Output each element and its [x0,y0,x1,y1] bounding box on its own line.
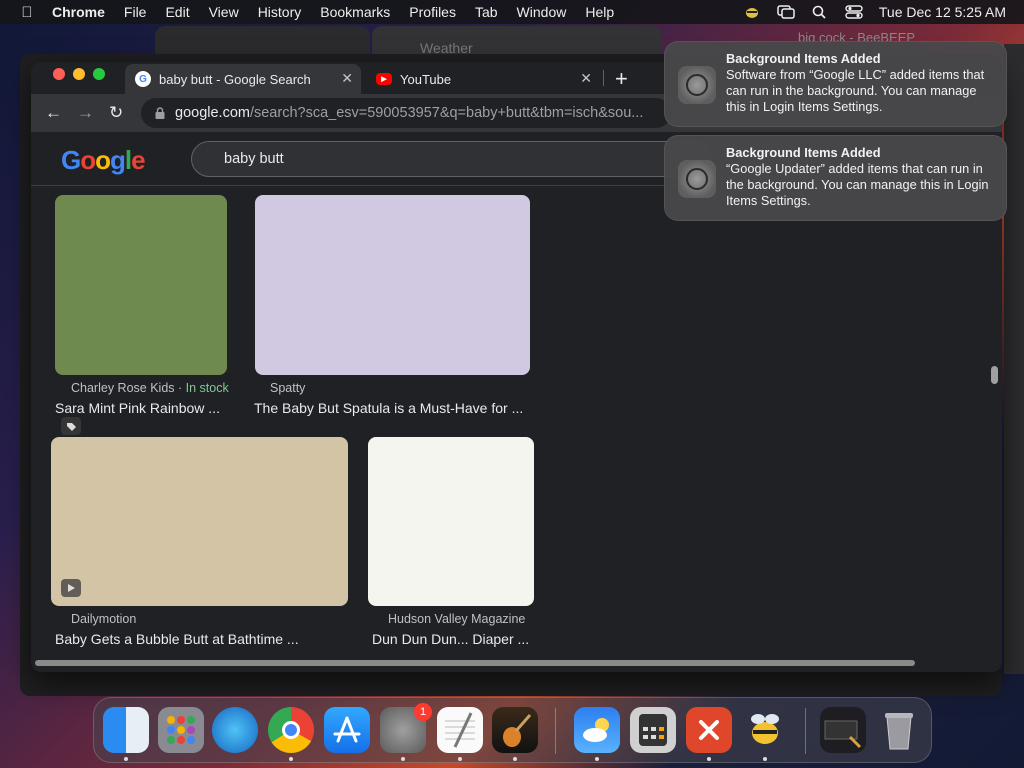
menu-help[interactable]: Help [585,4,614,20]
running-indicator [458,757,462,761]
notification-title: Background Items Added [726,145,881,160]
running-indicator [513,757,517,761]
result-thumbnail[interactable] [55,195,227,375]
result-thumbnail[interactable] [51,437,348,606]
dock-separator [555,708,556,754]
result-source-name: Charley Rose Kids [71,381,175,395]
menu-window[interactable]: Window [517,4,567,20]
result-source[interactable]: Spatty [270,381,305,395]
back-button[interactable]: ← [45,103,62,123]
notification-body: “Google Updater” added items that can ru… [726,161,989,208]
tab-google-search[interactable]: G baby butt - Google Search ✕ [125,64,361,94]
notification-background-items-google[interactable]: Background Items Added Software from “Go… [664,41,1007,127]
url-host: google.com [175,105,250,121]
horizontal-scrollbar[interactable] [35,660,915,666]
menu-file[interactable]: File [124,4,147,20]
screen-mirroring-icon[interactable] [777,5,795,19]
result-source[interactable]: Hudson Valley Magazine [388,612,525,626]
search-input[interactable]: baby butt [191,141,711,177]
tab-title: YouTube [400,71,452,87]
forward-button[interactable]: → [77,103,94,123]
beebeep-icon[interactable] [742,707,788,753]
notification-background-items-updater[interactable]: Background Items Added “Google Updater” … [664,135,1007,221]
system-settings-icon [678,66,716,104]
result-source[interactable]: Charley Rose Kids · In stock [71,381,229,395]
menu-edit[interactable]: Edit [165,4,189,20]
system-settings-icon [678,160,716,198]
result-title[interactable]: Baby Gets a Bubble Butt at Bathtime ... [55,631,299,647]
notification-badge: 1 [414,703,432,721]
menu-tab[interactable]: Tab [475,4,498,20]
menu-bookmarks[interactable]: Bookmarks [320,4,390,20]
reload-button[interactable]: ↻ [109,103,123,123]
weather-icon[interactable] [574,707,620,753]
close-tab-icon[interactable]: ✕ [341,70,353,87]
running-indicator [401,757,405,761]
garageband-icon[interactable] [492,707,538,753]
google-logo[interactable]: Google [61,145,146,176]
background-window-edge[interactable] [1004,44,1024,674]
url-path: /search?sca_esv=590053957&q=baby+butt&tb… [249,105,644,121]
remote-desktop-icon[interactable] [686,707,732,753]
screenshot-icon[interactable] [820,707,866,753]
tab-youtube[interactable]: ▶ YouTube ✕ [366,64,600,94]
notification-body: Software from “Google LLC” added items t… [726,67,985,114]
chrome-icon[interactable] [268,707,314,753]
notification-title: Background Items Added [726,51,881,66]
youtube-icon: ▶ [376,73,392,85]
result-title[interactable]: Dun Dun Dun... Diaper ... [372,631,529,647]
zoom-window-button[interactable] [93,68,105,80]
beebeep-status-icon[interactable] [743,5,761,19]
menu-app-name[interactable]: Chrome [52,4,105,20]
apple-menu-icon[interactable]:  [18,4,36,21]
running-indicator [124,757,128,761]
menu-history[interactable]: History [258,4,302,20]
finder-icon[interactable] [103,707,149,753]
menu-bar:  Chrome File Edit View History Bookmark… [0,0,1024,24]
menu-view[interactable]: View [209,4,239,20]
safari-icon[interactable] [212,707,258,753]
menu-profiles[interactable]: Profiles [409,4,456,20]
calculator-icon[interactable] [630,707,676,753]
vertical-scrollbar[interactable] [991,366,998,384]
close-window-button[interactable] [53,68,65,80]
dock-separator [805,708,806,754]
launchpad-icon[interactable] [158,707,204,753]
running-indicator [289,757,293,761]
app-store-icon[interactable] [324,707,370,753]
stock-status: In stock [185,381,229,395]
running-indicator [595,757,599,761]
result-source[interactable]: Dailymotion [71,612,136,626]
running-indicator [707,757,711,761]
google-icon: G [135,71,151,87]
lock-icon[interactable] [155,107,165,119]
tab-title: baby butt - Google Search [159,71,311,87]
new-tab-button[interactable]: + [615,66,628,92]
address-bar[interactable]: google.com/search?sca_esv=590053957&q=ba… [141,98,671,128]
play-icon [61,579,81,597]
tab-divider [603,70,604,86]
textedit-icon[interactable] [437,707,483,753]
result-title[interactable]: The Baby But Spatula is a Must-Have for … [254,400,523,416]
minimize-window-button[interactable] [73,68,85,80]
running-indicator [763,757,767,761]
spotlight-search-icon[interactable] [811,5,829,19]
menu-clock[interactable]: Tue Dec 12 5:25 AM [879,4,1006,20]
result-thumbnail[interactable] [368,437,534,606]
result-thumbnail[interactable] [255,195,530,375]
trash-icon[interactable] [876,707,922,753]
tag-icon [61,417,81,435]
control-center-icon[interactable] [845,5,863,19]
dock: 1 [93,697,932,763]
close-tab-icon[interactable]: ✕ [580,70,592,87]
result-title[interactable]: Sara Mint Pink Rainbow ... [55,400,220,416]
